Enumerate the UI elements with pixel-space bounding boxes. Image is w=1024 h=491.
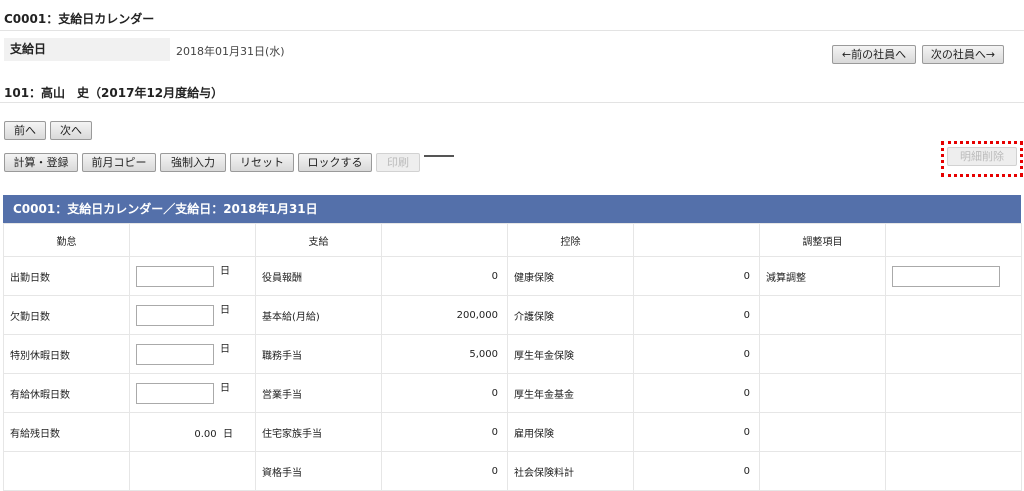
payment-value: 0	[381, 412, 508, 452]
force-input-button[interactable]: 強制入力	[160, 153, 226, 172]
payment-label: 資格手当	[255, 451, 382, 491]
attendance-label: 欠勤日数	[3, 295, 130, 335]
divider	[0, 102, 1024, 103]
payment-value: 0	[381, 373, 508, 413]
payment-label: 住宅家族手当	[255, 412, 382, 452]
deduction-label: 健康保険	[507, 256, 634, 296]
payment-label: 職務手当	[255, 334, 382, 374]
deduction-label: 介護保険	[507, 295, 634, 335]
unit-label: 日	[220, 304, 230, 316]
deduction-label: 厚生年金保険	[507, 334, 634, 374]
page-header: C0001：支給日カレンダー	[0, 0, 1024, 31]
section-banner: C0001：支給日カレンダー／支給日：2018年1月31日	[3, 195, 1021, 223]
unit-label: 日	[223, 428, 233, 440]
payday-value: 2018年01月31日(水)	[176, 45, 285, 58]
attendance-label: 有給残日数	[3, 412, 130, 452]
col-deduction: 控除	[507, 223, 634, 257]
print-button[interactable]: 印刷	[376, 153, 420, 172]
col-attendance: 勤怠	[3, 223, 130, 257]
prev-page-button[interactable]: 前へ	[4, 121, 46, 140]
reset-button[interactable]: リセット	[230, 153, 294, 172]
payroll-table: 勤怠 支給 控除 調整項目 出勤日数 日 役員報酬 0 健康保険 0 減算調整 …	[3, 223, 1022, 491]
deduction-label: 雇用保険	[507, 412, 634, 452]
next-employee-button[interactable]: 次の社員へ→	[922, 45, 1004, 64]
table-row: 欠勤日数 日 基本給(月給) 200,000 介護保険 0	[3, 295, 1022, 335]
attendance-label: 有給休暇日数	[3, 373, 130, 413]
deduction-value: 0	[633, 412, 760, 452]
table-row: 資格手当 0 社会保険料計 0	[3, 451, 1022, 491]
adjustment-label: 減算調整	[759, 256, 886, 296]
attendance-label: 特別休暇日数	[3, 334, 130, 374]
workdays-input[interactable]	[136, 265, 214, 287]
dash-separator	[424, 155, 454, 157]
deduction-label: 厚生年金基金	[507, 373, 634, 413]
deduction-label: 社会保険料計	[507, 451, 634, 491]
payment-value: 0	[381, 256, 508, 296]
attendance-label: 出勤日数	[3, 256, 130, 296]
adjustment-input[interactable]	[892, 265, 1000, 287]
table-row: 特別休暇日数 日 職務手当 5,000 厚生年金保険 0	[3, 334, 1022, 374]
lock-button[interactable]: ロックする	[298, 153, 372, 172]
table-row: 出勤日数 日 役員報酬 0 健康保険 0 減算調整	[3, 256, 1022, 296]
payment-label: 役員報酬	[255, 256, 382, 296]
prev-employee-button[interactable]: ←前の社員へ	[832, 45, 916, 64]
employee-heading: 101：高山 史（2017年12月度給与）	[4, 86, 224, 100]
page-title: C0001：支給日カレンダー	[4, 12, 155, 26]
unit-label: 日	[220, 265, 230, 277]
col-adjustment: 調整項目	[759, 223, 886, 257]
absence-days-input[interactable]	[136, 304, 214, 326]
payment-value: 200,000	[381, 295, 508, 335]
payment-value: 0	[381, 451, 508, 491]
copy-prev-month-button[interactable]: 前月コピー	[82, 153, 156, 172]
deduction-value: 0	[633, 256, 760, 296]
payment-label: 営業手当	[255, 373, 382, 413]
deduction-value: 0	[633, 451, 760, 491]
payday-label: 支給日	[4, 38, 170, 61]
payment-value: 5,000	[381, 334, 508, 374]
next-page-button[interactable]: 次へ	[50, 121, 92, 140]
special-leave-input[interactable]	[136, 343, 214, 365]
unit-label: 日	[220, 343, 230, 355]
table-row: 有給休暇日数 日 営業手当 0 厚生年金基金 0	[3, 373, 1022, 413]
calc-register-button[interactable]: 計算・登録	[4, 153, 78, 172]
unit-label: 日	[220, 382, 230, 394]
deduction-value: 0	[633, 295, 760, 335]
highlight-marker	[941, 141, 1023, 177]
table-header-row: 勤怠 支給 控除 調整項目	[3, 223, 1022, 257]
remaining-leave-value: 0.00	[194, 428, 217, 440]
deduction-value: 0	[633, 373, 760, 413]
paid-leave-input[interactable]	[136, 382, 214, 404]
deduction-value: 0	[633, 334, 760, 374]
payment-label: 基本給(月給)	[255, 295, 382, 335]
col-payment: 支給	[255, 223, 382, 257]
table-row: 有給残日数 0.00 日 住宅家族手当 0 雇用保険 0	[3, 412, 1022, 452]
